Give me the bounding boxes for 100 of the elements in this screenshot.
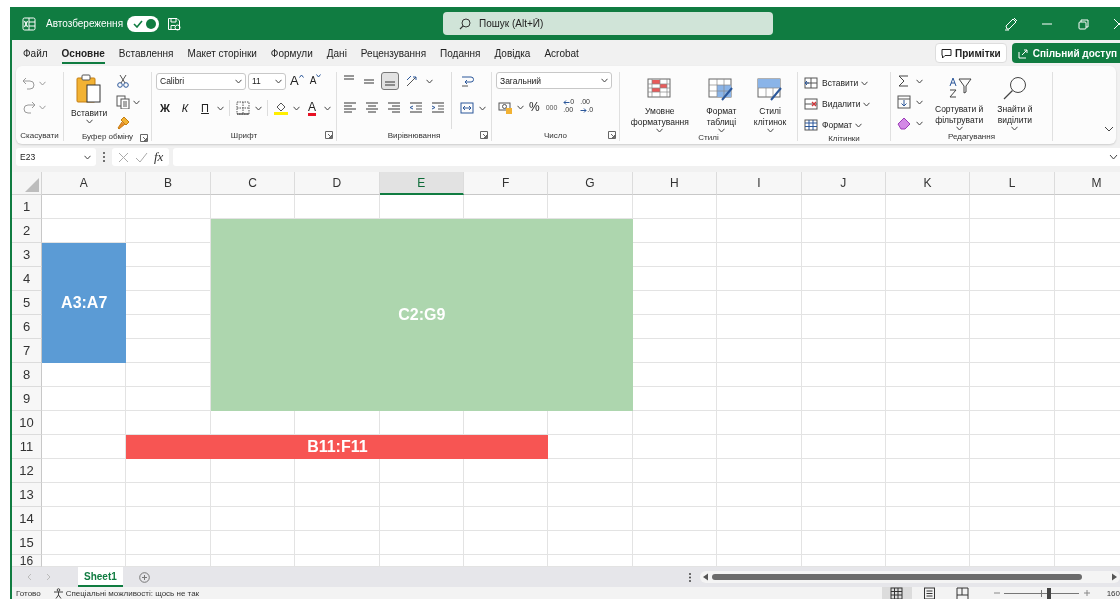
save-icon[interactable] xyxy=(167,16,182,31)
sheet-cell[interactable] xyxy=(42,387,127,411)
select-all-icon[interactable] xyxy=(25,178,39,192)
sheet-cell[interactable] xyxy=(295,507,380,531)
slider-thumb[interactable] xyxy=(1046,587,1051,599)
sheet-cell[interactable] xyxy=(801,363,886,387)
caret-icon[interactable] xyxy=(235,78,242,84)
sheet-cell[interactable] xyxy=(717,531,802,555)
sheet-cell[interactable] xyxy=(801,435,886,459)
dialog-launcher-icon[interactable] xyxy=(608,131,616,139)
sheet-cell[interactable] xyxy=(42,195,127,219)
row-header[interactable]: 6 xyxy=(12,315,42,339)
sheet-cell[interactable] xyxy=(970,243,1055,267)
sheet-cell[interactable] xyxy=(885,195,971,219)
format-cells-button[interactable]: Формат xyxy=(802,116,874,134)
caret-icon[interactable] xyxy=(855,122,863,128)
caret-icon[interactable] xyxy=(275,78,282,84)
sheet-cell[interactable] xyxy=(632,483,718,507)
sheet-cell[interactable] xyxy=(885,507,971,531)
sheet-cell[interactable] xyxy=(632,531,718,555)
caret-icon[interactable] xyxy=(601,78,608,83)
name-box[interactable]: E23 xyxy=(16,148,96,166)
sheet-cell[interactable] xyxy=(548,483,633,507)
sheet-cell[interactable] xyxy=(885,339,971,363)
sheet-cell[interactable] xyxy=(717,267,802,291)
ribbon-tab[interactable]: Довідка xyxy=(494,42,531,64)
insert-function-button[interactable]: fx xyxy=(154,149,164,165)
column-header[interactable]: D xyxy=(295,172,380,195)
sheet-cell[interactable] xyxy=(801,243,886,267)
ribbon-tab[interactable]: Acrobat xyxy=(544,42,579,64)
sheet-cell[interactable] xyxy=(126,483,211,507)
sheet-cell[interactable] xyxy=(42,411,127,435)
autosave-toggle[interactable] xyxy=(127,15,160,32)
row-header[interactable]: 5 xyxy=(12,291,42,315)
sheet-cell[interactable] xyxy=(717,243,802,267)
sheet-cell[interactable] xyxy=(885,531,971,555)
column-header[interactable]: J xyxy=(801,172,886,195)
sheet-cell[interactable] xyxy=(717,411,802,435)
formula-input[interactable] xyxy=(173,148,1120,166)
sheet-cell[interactable] xyxy=(885,411,971,435)
sheet-cell[interactable] xyxy=(885,363,971,387)
sheet-cell[interactable] xyxy=(463,531,549,555)
zoom-out-icon[interactable] xyxy=(992,589,1001,597)
align-bottom-button[interactable] xyxy=(381,72,399,90)
font-name-field[interactable]: Calibri xyxy=(156,72,246,90)
font-size-field[interactable]: 11 xyxy=(248,72,286,90)
sheet-cell[interactable] xyxy=(379,531,464,555)
row-header[interactable]: 16 xyxy=(12,555,42,567)
column-header[interactable]: G xyxy=(548,172,633,195)
previous-sheet-icon[interactable] xyxy=(26,573,32,581)
sheet-cell[interactable] xyxy=(717,435,802,459)
column-header[interactable]: E xyxy=(379,172,464,195)
dialog-launcher-icon[interactable] xyxy=(480,131,488,139)
sheet-cell[interactable] xyxy=(632,411,718,435)
sheet-cell[interactable] xyxy=(717,483,802,507)
ribbon-tab[interactable]: Рецензування xyxy=(360,42,427,64)
conditional-formatting-button[interactable]: Умовне форматування xyxy=(627,76,692,133)
row-header[interactable]: 11 xyxy=(12,435,42,459)
paste-button[interactable]: Вставити xyxy=(68,72,111,132)
caret-icon[interactable] xyxy=(255,105,262,111)
zoom-in-icon[interactable] xyxy=(1082,589,1091,597)
sheet-cell[interactable] xyxy=(42,483,127,507)
underline-button[interactable]: П xyxy=(196,99,214,117)
sheet-cell[interactable] xyxy=(379,483,464,507)
sheet-cell[interactable] xyxy=(126,363,211,387)
borders-button[interactable] xyxy=(234,99,252,117)
caret-icon[interactable] xyxy=(863,101,871,107)
sheet-cell[interactable] xyxy=(885,291,971,315)
caret-icon[interactable] xyxy=(426,78,433,84)
sheet-cell[interactable] xyxy=(801,267,886,291)
cell-styles-button[interactable]: Стилі клітинок xyxy=(750,76,790,133)
italic-button[interactable]: К xyxy=(176,99,194,117)
row-header[interactable]: 1 xyxy=(12,195,42,219)
caret-icon[interactable] xyxy=(916,78,923,84)
column-header[interactable]: L xyxy=(970,172,1055,195)
sheet-cell[interactable] xyxy=(970,435,1055,459)
close-icon[interactable] xyxy=(1112,16,1120,31)
caret-icon[interactable] xyxy=(656,128,664,133)
sheet-cell[interactable] xyxy=(970,483,1055,507)
sheet-cell[interactable] xyxy=(463,507,549,531)
caret-icon[interactable] xyxy=(479,105,486,111)
sheet-cell[interactable] xyxy=(801,219,886,243)
row-header[interactable]: 14 xyxy=(12,507,42,531)
delete-cells-button[interactable]: Видалити xyxy=(802,95,874,113)
sheet-cell[interactable] xyxy=(295,531,380,555)
enter-icon[interactable] xyxy=(135,151,148,163)
fill-button[interactable] xyxy=(895,93,913,111)
caret-icon[interactable] xyxy=(861,80,869,86)
sheet-cell[interactable] xyxy=(970,411,1055,435)
accessibility-icon[interactable] xyxy=(52,587,64,599)
sheet-cell[interactable] xyxy=(717,459,802,483)
ribbon-tab[interactable]: Дані xyxy=(326,42,347,64)
sheet-cell[interactable] xyxy=(717,363,802,387)
format-as-table-button[interactable]: Формат таблиці xyxy=(703,76,740,133)
increase-font-button[interactable]: A xyxy=(288,72,306,90)
pen-icon[interactable] xyxy=(1004,16,1018,31)
sheet-cell[interactable] xyxy=(463,483,549,507)
sheet-cell[interactable] xyxy=(42,507,127,531)
more-icon[interactable] xyxy=(102,151,106,163)
sheet-cell[interactable] xyxy=(717,387,802,411)
